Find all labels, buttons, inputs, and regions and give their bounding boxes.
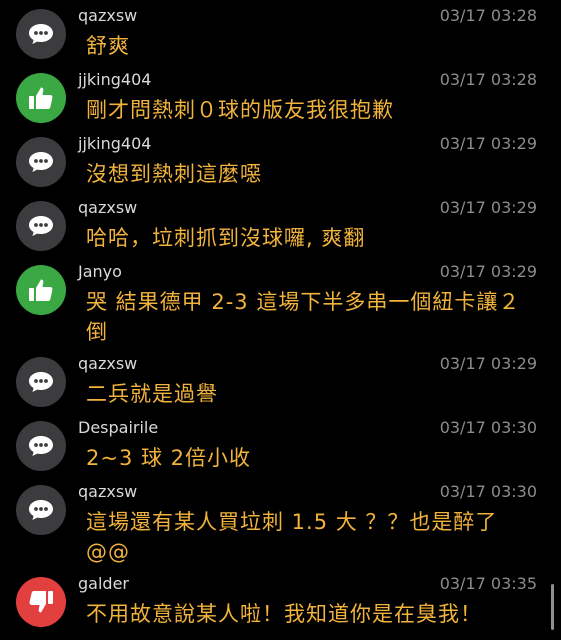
comment-username[interactable]: Despairile (78, 418, 158, 438)
comment-message: 二兵就是過譽 (86, 382, 218, 406)
comment-username[interactable]: Janyo (78, 262, 122, 282)
comment-timestamp: 03/17 03:29 (439, 134, 537, 153)
comment-icon (16, 485, 66, 535)
comment-timestamp: 03/17 03:29 (439, 262, 537, 281)
comment-icon (16, 9, 66, 59)
comment-message: 不用故意說某人啦！我知道你是在臭我！ (86, 602, 482, 626)
comment-timestamp: 03/17 03:28 (439, 6, 537, 25)
comment-username[interactable]: galder (78, 574, 129, 594)
comment-timestamp: 03/17 03:29 (439, 198, 537, 217)
comment-icon (16, 421, 66, 471)
comment-timestamp: 03/17 03:30 (439, 418, 537, 437)
comment-message: 哭 結果德甲 2-3 這場下半多串一個紐卡讓２倒 (86, 290, 521, 344)
comment-username[interactable]: qazxsw (78, 198, 137, 218)
comment-message: 哈哈，垃刺抓到沒球囉, 爽翻 (86, 226, 366, 250)
comment-message: 剛才問熱刺０球的版友我很抱歉 (86, 98, 394, 122)
comment-icon (16, 357, 66, 407)
comment-message: 這場還有某人買垃刺 1.5 大 ？？也是醉了 @@ (86, 510, 498, 564)
thumbs-up-icon (16, 73, 66, 123)
thumbs-down-icon (16, 577, 66, 627)
comment-username[interactable]: qazxsw (78, 6, 137, 26)
comment-timestamp: 03/17 03:29 (439, 354, 537, 373)
comment-icon (16, 201, 66, 251)
comment-timestamp: 03/17 03:30 (439, 482, 537, 501)
comment-message: 舒爽 (86, 34, 130, 58)
thumbs-up-icon (16, 265, 66, 315)
comment-timestamp: 03/17 03:28 (439, 70, 537, 89)
comment-username[interactable]: qazxsw (78, 482, 137, 502)
scrollbar[interactable] (551, 584, 554, 630)
comment-username[interactable]: jjking404 (78, 134, 151, 154)
comment-message: 2~3 球 2倍小收 (86, 446, 252, 470)
comment-message: 沒想到熱刺這麼噁 (86, 162, 262, 186)
comment-username[interactable]: qazxsw (78, 354, 137, 374)
comment-timestamp: 03/17 03:35 (439, 574, 537, 593)
comment-icon (16, 137, 66, 187)
comment-username[interactable]: jjking404 (78, 70, 151, 90)
